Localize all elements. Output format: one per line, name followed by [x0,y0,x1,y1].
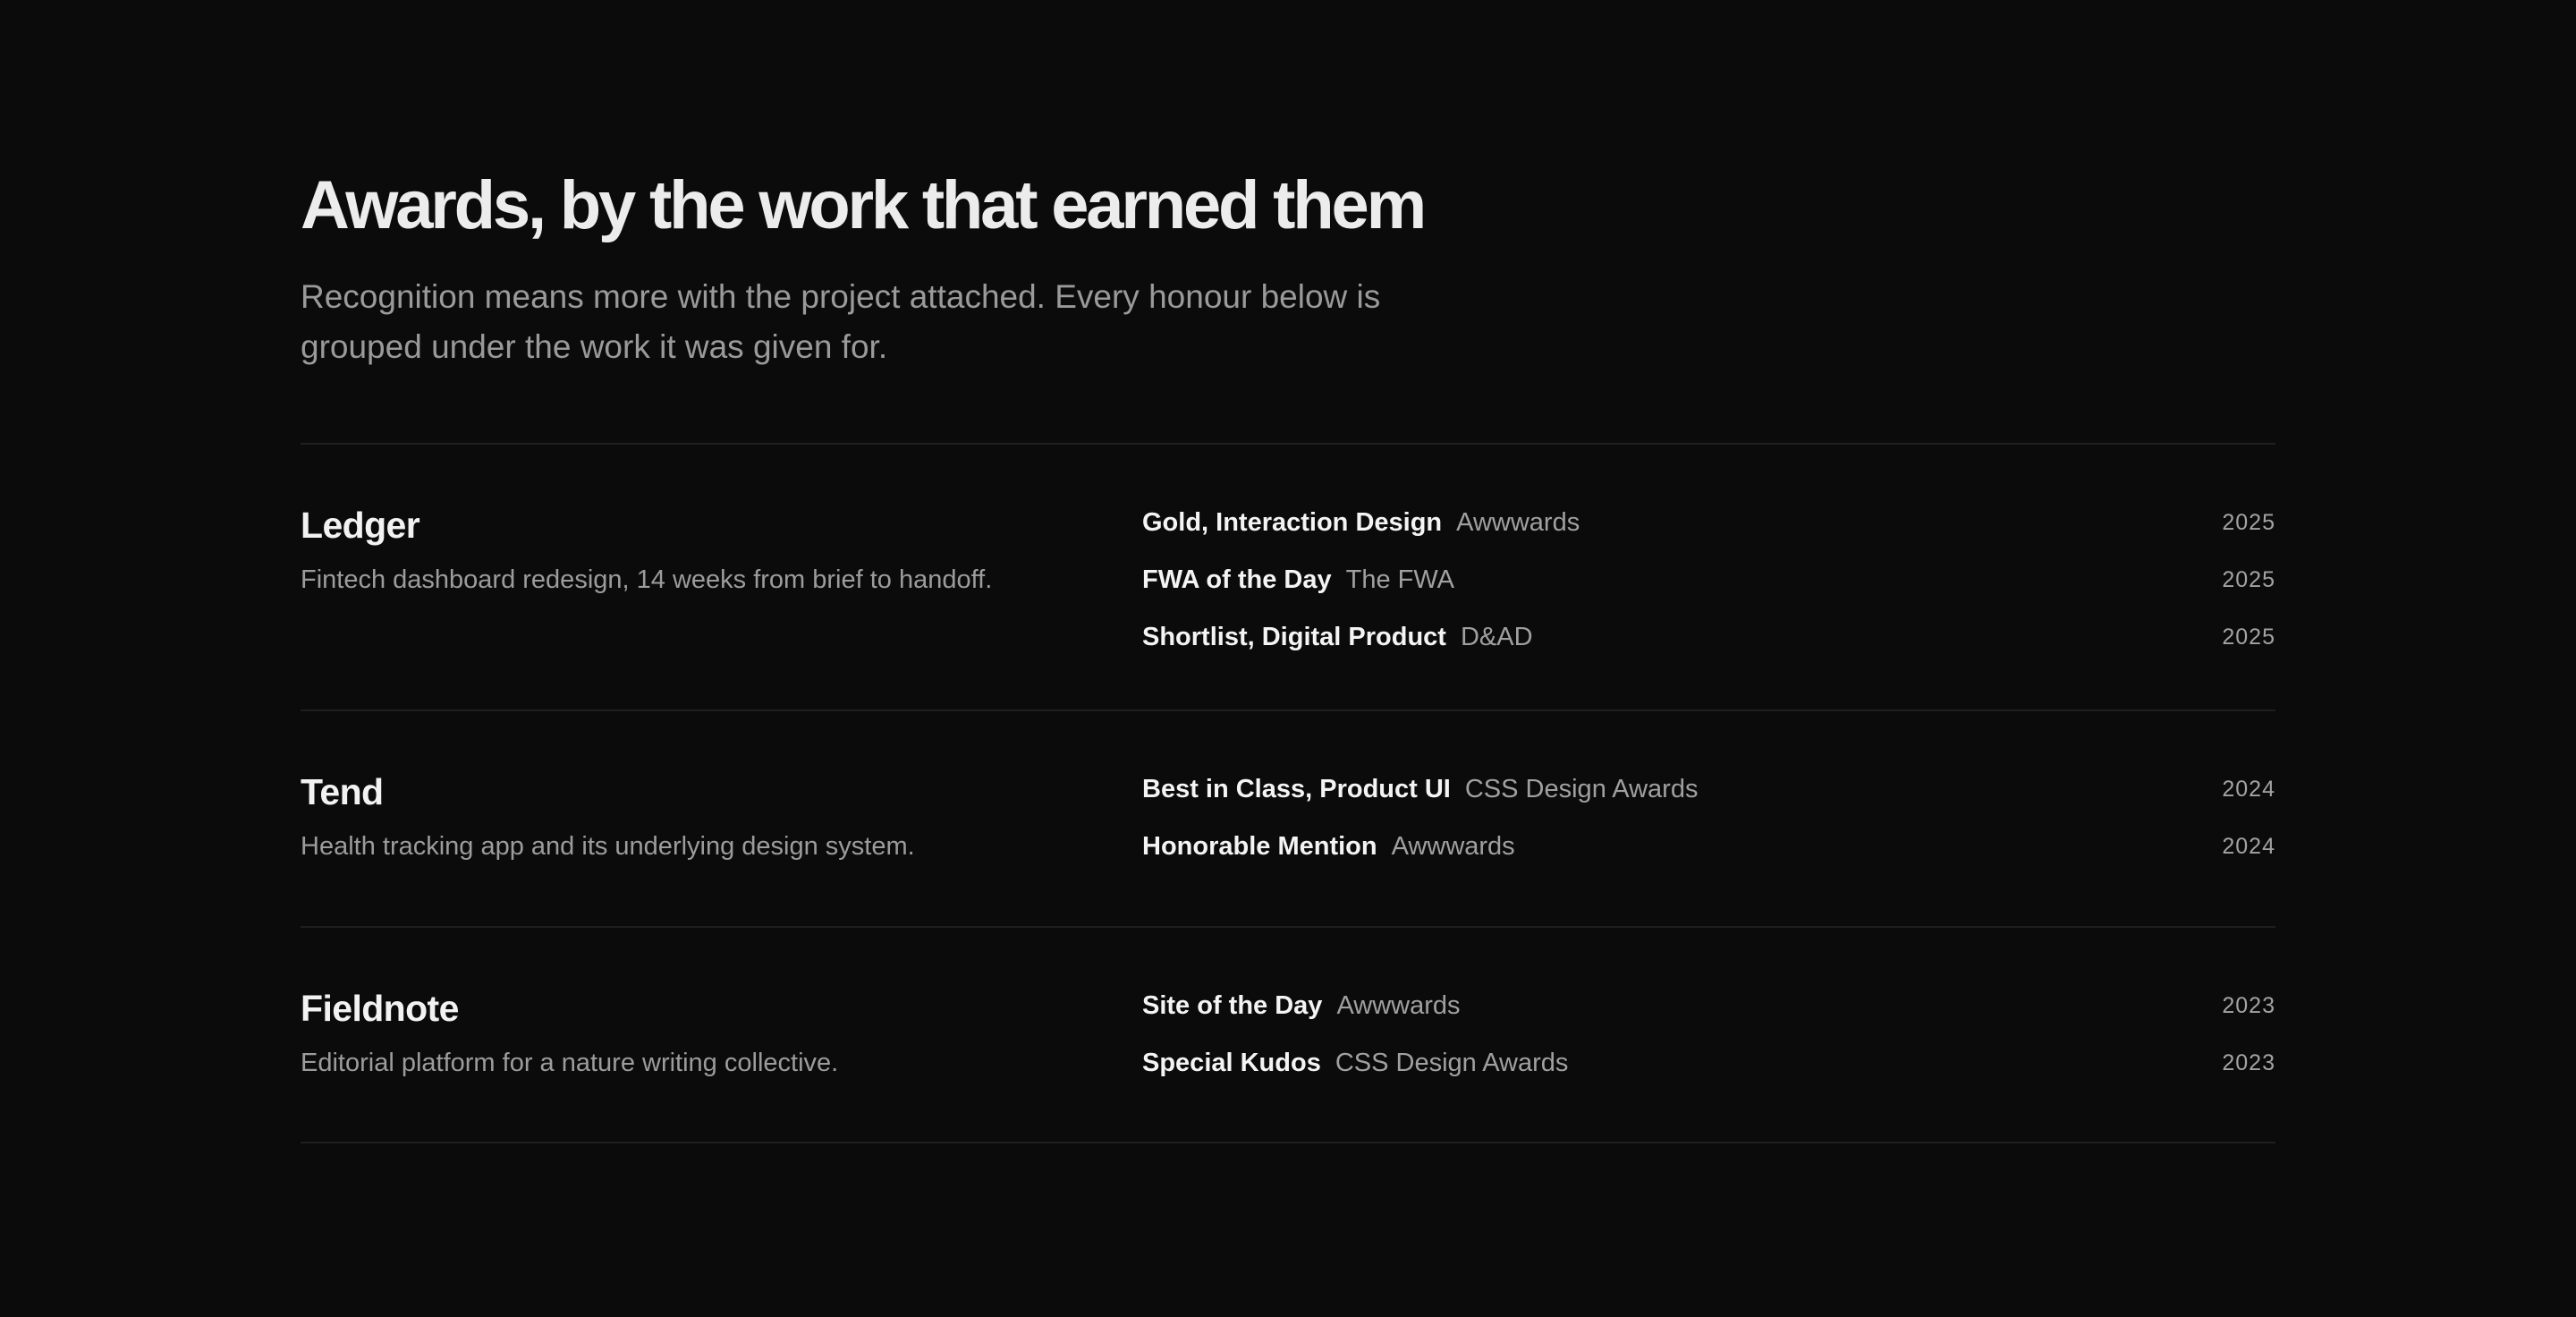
award-organization: CSS Design Awards [1335,1049,1569,1077]
project-description: Fintech dashboard redesign, 14 weeks fro… [301,565,993,594]
award-item: Shortlist, Digital Product D&AD 2025 [1142,617,2275,657]
award-year: 2023 [2222,993,2275,1018]
divider [301,443,2275,445]
award-item: Best in Class, Product UI CSS Design Awar… [1142,769,2275,809]
award-title: Best in Class, Product UI [1142,775,1451,803]
award-item: Honorable Mention Awwwards 2024 [1142,827,2275,866]
project-title: Tend [301,771,384,812]
award-year: 2025 [2222,625,2275,650]
award-item: Site of the Day Awwwards 2023 [1142,986,2275,1025]
award-year: 2025 [2222,510,2275,535]
award-organization: D&AD [1460,623,1533,651]
award-year: 2024 [2222,834,2275,859]
project-title: Fieldnote [301,988,459,1029]
award-item: Special Kudos CSS Design Awards 2023 [1142,1043,2275,1083]
project-title: Ledger [301,505,420,546]
award-organization: CSS Design Awards [1464,775,1699,803]
award-year: 2025 [2222,567,2275,592]
award-organization: Awwwards [1391,832,1515,861]
award-title: Special Kudos [1142,1049,1321,1077]
divider [301,1142,2275,1143]
award-title: FWA of the Day [1142,565,1332,594]
award-title: Site of the Day [1142,991,1323,1020]
award-organization: Awwwards [1456,508,1580,537]
divider [301,709,2275,711]
project-description: Health tracking app and its underlying d… [301,832,915,861]
divider [301,926,2275,928]
award-organization: The FWA [1345,565,1454,594]
award-organization: Awwwards [1336,991,1461,1020]
page-title: Awards, by the work that earned them [301,167,1427,243]
award-title: Shortlist, Digital Product [1142,623,1446,651]
award-title: Gold, Interaction Design [1142,508,1443,537]
page-intro: Recognition means more with the project … [301,278,1381,365]
project-description: Editorial platform for a nature writing … [301,1049,839,1077]
award-year: 2024 [2222,777,2275,802]
award-title: Honorable Mention [1142,832,1377,861]
award-year: 2023 [2222,1050,2275,1075]
award-item: FWA of the Day The FWA 2025 [1142,560,2275,599]
award-item: Gold, Interaction Design Awwwards 2025 [1142,503,2275,542]
